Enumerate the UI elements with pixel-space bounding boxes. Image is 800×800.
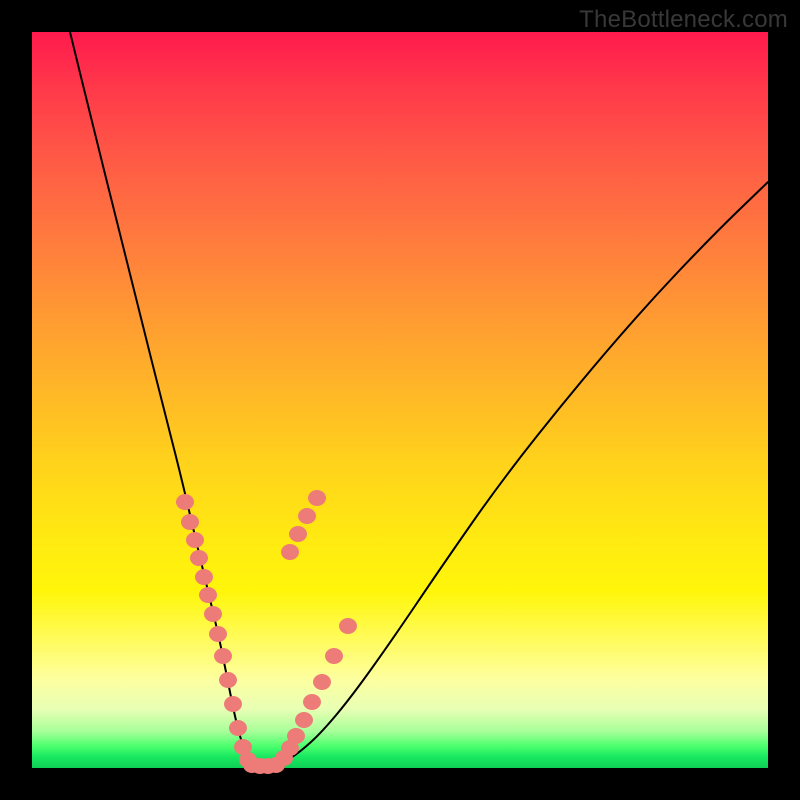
plot-area (32, 32, 768, 768)
data-point (308, 490, 326, 506)
data-point (190, 550, 208, 566)
data-point (339, 618, 357, 634)
chart-frame: TheBottleneck.com (0, 0, 800, 800)
data-point (325, 648, 343, 664)
data-point (176, 494, 194, 510)
data-point (214, 648, 232, 664)
data-point (195, 569, 213, 585)
data-point (298, 508, 316, 524)
data-point (295, 712, 313, 728)
data-point (181, 514, 199, 530)
data-point (199, 587, 217, 603)
chart-svg (32, 32, 768, 768)
data-point (229, 720, 247, 736)
data-point (303, 694, 321, 710)
data-point (224, 696, 242, 712)
data-points (176, 490, 357, 774)
bottleneck-curve (70, 32, 768, 766)
data-point (281, 544, 299, 560)
data-point (204, 606, 222, 622)
data-point (186, 532, 204, 548)
data-point (209, 626, 227, 642)
data-point (219, 672, 237, 688)
data-point (313, 674, 331, 690)
data-point (287, 728, 305, 744)
watermark-text: TheBottleneck.com (579, 6, 788, 34)
data-point (289, 526, 307, 542)
